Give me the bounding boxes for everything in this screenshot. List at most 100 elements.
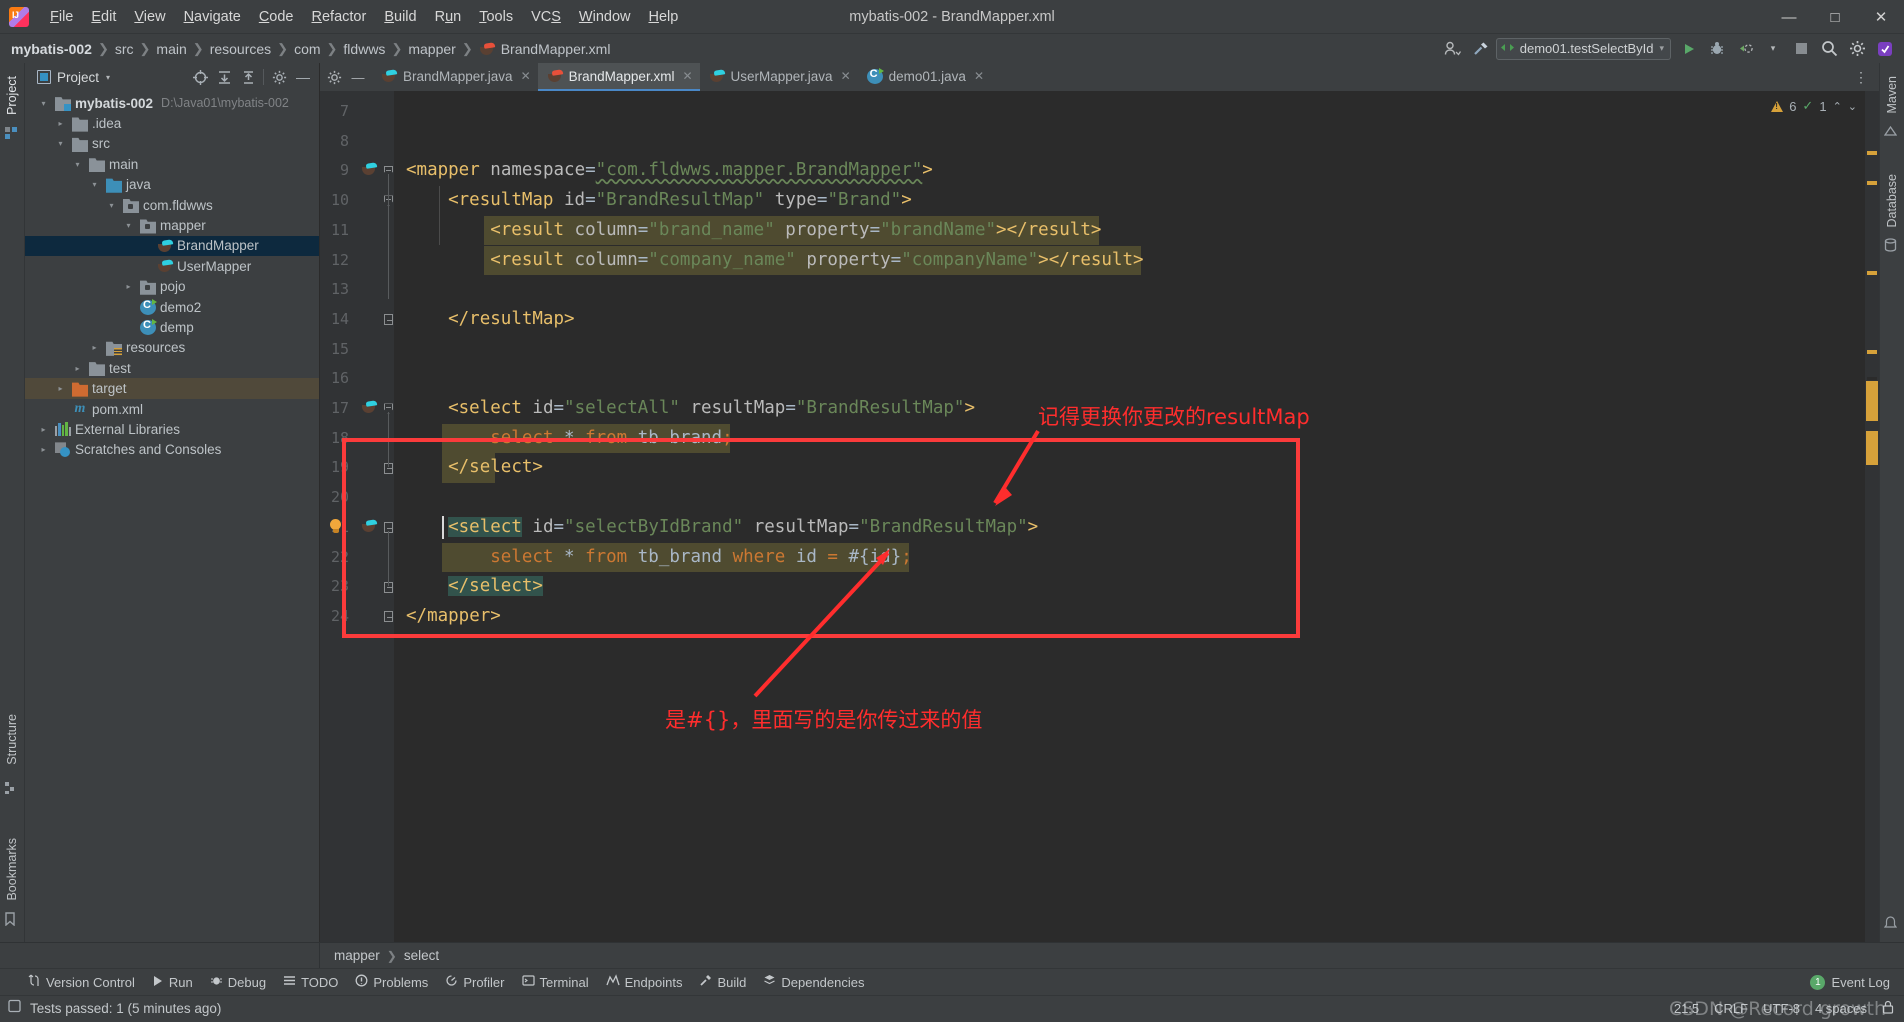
- tree-item-pojo[interactable]: pojo: [25, 277, 319, 297]
- editor-tab-demo01-java[interactable]: demo01.java ✕: [858, 63, 991, 91]
- gutter-mybatis-mapper-icon[interactable]: [361, 162, 379, 180]
- tool-window-endpoints[interactable]: Endpoints: [606, 974, 682, 990]
- breadcrumb-item-6[interactable]: mapper: [408, 41, 455, 57]
- event-log-button[interactable]: 1 Event Log: [1810, 974, 1890, 990]
- menu-window[interactable]: Window: [570, 5, 640, 29]
- tree-item-java[interactable]: java: [25, 175, 319, 195]
- breadcrumb-item-3[interactable]: resources: [210, 41, 271, 57]
- menu-refactor[interactable]: Refactor: [303, 5, 376, 29]
- chevron-right-icon[interactable]: [88, 343, 101, 352]
- ide-updates-icon[interactable]: [1872, 37, 1898, 61]
- tree-item-target[interactable]: target: [25, 378, 319, 399]
- caret-position[interactable]: 21:5: [1674, 1001, 1699, 1016]
- stop-button[interactable]: [1788, 37, 1814, 61]
- menu-file[interactable]: File: [41, 5, 82, 29]
- tree-item-usermapper[interactable]: UserMapper: [25, 256, 319, 276]
- tool-window-problems[interactable]: Problems: [355, 974, 428, 990]
- code-line[interactable]: select * from tb_brand where id = #{id};: [394, 542, 1879, 573]
- editor-tab-brandmapper-xml[interactable]: BrandMapper.xml ✕: [537, 63, 700, 91]
- code-line[interactable]: [394, 364, 1879, 394]
- maximize-button[interactable]: □: [1812, 0, 1858, 34]
- tree-item-external-libraries[interactable]: External Libraries: [25, 419, 319, 439]
- chevron-down-icon[interactable]: ▾: [106, 73, 110, 82]
- sidebar-tab-bookmarks[interactable]: Bookmarks: [2, 831, 22, 908]
- breadcrumb-item-1[interactable]: src: [115, 41, 134, 57]
- bottom-breadcrumb-item-0[interactable]: mapper: [334, 948, 380, 963]
- close-icon[interactable]: ✕: [521, 69, 531, 83]
- chevron-down-icon[interactable]: [71, 160, 84, 169]
- code-line[interactable]: </mapper>: [394, 602, 1879, 632]
- code-content[interactable]: <mapper namespace="com.fldwws.mapper.Bra…: [394, 91, 1879, 942]
- hide-panel-icon[interactable]: —: [291, 66, 315, 88]
- menu-view[interactable]: View: [125, 5, 174, 29]
- code-fold-handle[interactable]: [383, 186, 394, 216]
- tree-item-mapper[interactable]: mapper: [25, 215, 319, 235]
- tool-window-todo[interactable]: TODO: [283, 974, 338, 990]
- tool-window-dependencies[interactable]: Dependencies: [763, 974, 865, 990]
- breadcrumb-item-4[interactable]: com: [294, 41, 320, 57]
- close-icon[interactable]: ✕: [841, 69, 851, 83]
- tree-item-test[interactable]: test: [25, 358, 319, 378]
- menu-vcs[interactable]: VCS: [522, 5, 570, 29]
- code-line[interactable]: [394, 127, 1879, 157]
- collapse-all-icon[interactable]: [236, 66, 260, 88]
- sidebar-tab-maven[interactable]: Maven: [1882, 69, 1902, 121]
- tool-window-debug[interactable]: Debug: [210, 974, 266, 990]
- inspections-widget[interactable]: 6 ✓ 1 ⌃ ⌄: [1771, 98, 1857, 114]
- line-separator[interactable]: CRLF: [1714, 1001, 1748, 1016]
- tree-item-com-fldwws[interactable]: com.fldwws: [25, 195, 319, 215]
- editor-tab-usermapper-java[interactable]: UserMapper.java ✕: [700, 63, 858, 91]
- code-line[interactable]: <resultMap id="BrandResultMap" type="Bra…: [394, 186, 1879, 216]
- bottom-breadcrumb-item-1[interactable]: select: [404, 948, 439, 963]
- chevron-down-icon[interactable]: [54, 139, 67, 148]
- sidebar-tab-database[interactable]: Database: [1882, 167, 1902, 235]
- code-line[interactable]: <result column="brand_name" property="br…: [394, 215, 1879, 246]
- breadcrumb-item-2[interactable]: main: [156, 41, 186, 57]
- code-line[interactable]: </select>: [394, 453, 1879, 484]
- build-hammer-icon[interactable]: [1468, 37, 1494, 61]
- gutter-mybatis-mapper-icon[interactable]: [361, 400, 379, 418]
- tree-item-src[interactable]: src: [25, 134, 319, 154]
- menu-edit[interactable]: Edit: [82, 5, 125, 29]
- hide-panel-icon[interactable]: —: [347, 64, 369, 90]
- indent-setting[interactable]: 4 spaces: [1815, 1001, 1867, 1016]
- chevron-down-icon[interactable]: [88, 180, 101, 189]
- code-fold-handle[interactable]: [383, 572, 394, 602]
- breadcrumb-item-0[interactable]: mybatis-002: [11, 41, 92, 57]
- tree-item-main[interactable]: main: [25, 154, 319, 174]
- read-only-lock-icon[interactable]: [1882, 1000, 1894, 1017]
- prev-problem-icon[interactable]: ⌃: [1833, 100, 1842, 113]
- tree-item-demo2[interactable]: demo2: [25, 297, 319, 317]
- code-fold-handle[interactable]: [383, 513, 394, 543]
- more-options-icon[interactable]: ⋮: [1848, 69, 1875, 86]
- minimize-button[interactable]: —: [1766, 0, 1812, 34]
- code-line[interactable]: [394, 483, 1879, 513]
- next-problem-icon[interactable]: ⌄: [1848, 100, 1857, 113]
- sidebar-tab-project[interactable]: Project: [2, 69, 22, 122]
- code-line[interactable]: </resultMap>: [394, 305, 1879, 335]
- code-editor[interactable]: 7 8 9 10 11 12 13 14 15 16 17 18 19 20 21 22 23 24 <mappe…: [320, 91, 1879, 942]
- inspection-scrollbar[interactable]: [1865, 91, 1879, 942]
- tool-window-profiler[interactable]: Profiler: [445, 974, 505, 990]
- project-tree[interactable]: mybatis-002 D:\Java01\mybatis-002 .idea src…: [25, 91, 319, 942]
- close-icon[interactable]: ✕: [682, 69, 692, 83]
- menu-tools[interactable]: Tools: [470, 5, 522, 29]
- settings-gear-icon[interactable]: [267, 66, 291, 88]
- chevron-right-icon[interactable]: [37, 445, 50, 454]
- code-line[interactable]: <result column="company_name" property="…: [394, 245, 1879, 276]
- code-fold-handle[interactable]: [383, 453, 394, 483]
- chevron-down-icon[interactable]: [122, 221, 135, 230]
- tool-window-terminal[interactable]: Terminal: [521, 974, 589, 990]
- menu-code[interactable]: Code: [250, 5, 303, 29]
- tree-item-brandmapper[interactable]: BrandMapper: [25, 235, 319, 257]
- menu-help[interactable]: Help: [639, 5, 687, 29]
- tree-item-mybatis-002[interactable]: mybatis-002 D:\Java01\mybatis-002: [25, 93, 319, 113]
- tool-window-version-control[interactable]: Version Control: [28, 974, 135, 990]
- tool-window-build[interactable]: Build: [699, 974, 746, 990]
- menu-navigate[interactable]: Navigate: [175, 5, 250, 29]
- code-fold-handle[interactable]: [383, 305, 394, 335]
- gutter-mybatis-mapper-icon[interactable]: [361, 519, 379, 537]
- code-line[interactable]: <mapper namespace="com.fldwws.mapper.Bra…: [394, 156, 1879, 186]
- chevron-right-icon[interactable]: [54, 384, 67, 393]
- chevron-right-icon[interactable]: [71, 364, 84, 373]
